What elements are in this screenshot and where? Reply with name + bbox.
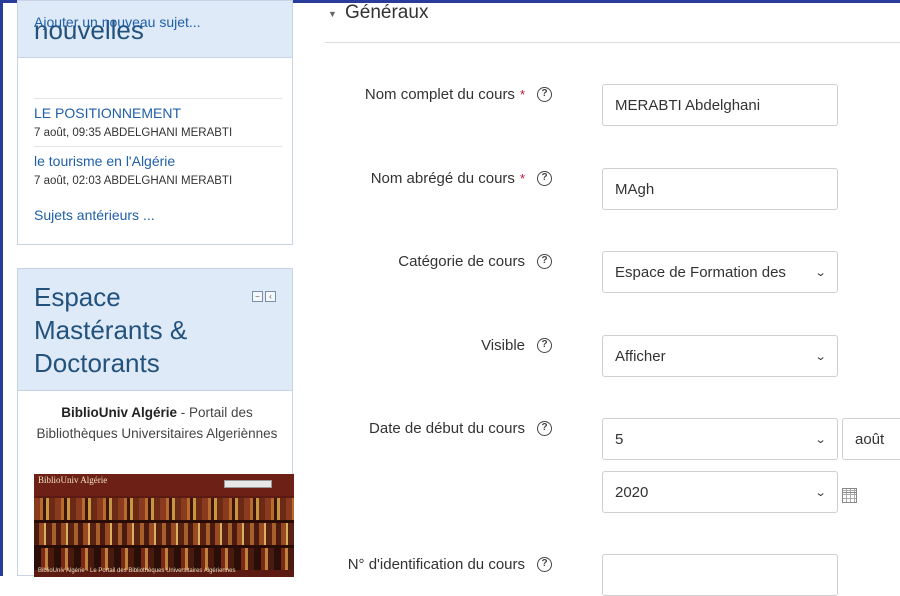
visible-select-value: Afficher bbox=[615, 347, 666, 365]
help-icon[interactable]: ? bbox=[537, 338, 552, 353]
news-post: LE POSITIONNEMENT 7 août, 09:35 ABDELGHA… bbox=[34, 98, 282, 140]
banner-top-bar: BiblioUniv Algérie bbox=[34, 474, 294, 496]
startdate-label-text: Date de début du cours bbox=[369, 420, 525, 437]
help-icon[interactable]: ? bbox=[537, 87, 552, 102]
category-label: Catégorie de cours? bbox=[398, 253, 552, 270]
banner-logo: BiblioUniv Algérie bbox=[38, 475, 108, 485]
chevron-down-icon: ⌄ bbox=[814, 350, 827, 363]
bookshelf-row bbox=[34, 548, 294, 570]
news-post-meta: 7 août, 09:35 ABDELGHANI MERABTI bbox=[34, 127, 233, 139]
shortname-label-text: Nom abrégé du cours bbox=[370, 170, 515, 187]
visible-label-text: Visible bbox=[481, 337, 525, 354]
espace-block-title: Espace Mastérants & Doctorants bbox=[34, 282, 188, 378]
shortname-input[interactable]: MAgh bbox=[602, 168, 838, 210]
window-frame-left bbox=[0, 0, 3, 576]
block-controls: − ‹ bbox=[252, 291, 276, 302]
biblio-name: BiblioUniv Algérie bbox=[61, 405, 177, 420]
category-label-text: Catégorie de cours bbox=[398, 253, 525, 270]
idnumber-label-text: N° d'identification du cours bbox=[347, 556, 525, 573]
startdate-year-select[interactable]: 2020 ⌄ bbox=[602, 471, 838, 513]
espace-block-header: Espace Mastérants & Doctorants − ‹ bbox=[18, 269, 292, 391]
visible-label: Visible? bbox=[481, 337, 552, 354]
help-icon[interactable]: ? bbox=[537, 171, 552, 186]
required-icon: * bbox=[519, 171, 525, 186]
bookshelf-row bbox=[34, 523, 294, 545]
help-icon[interactable]: ? bbox=[537, 557, 552, 572]
add-topic-link[interactable]: Ajouter un nouveau sujet... bbox=[34, 14, 201, 30]
chevron-down-icon: ⌄ bbox=[814, 433, 827, 446]
help-icon[interactable]: ? bbox=[537, 421, 552, 436]
minimize-icon[interactable]: − bbox=[252, 291, 263, 302]
fullname-label-text: Nom complet du cours bbox=[364, 86, 515, 103]
news-post-meta: 7 août, 02:03 ABDELGHANI MERABTI bbox=[34, 175, 233, 187]
banner-caption: BiblioUniv Algérie - Le Portail des Bibl… bbox=[38, 568, 236, 574]
shortname-label: Nom abrégé du cours *? bbox=[371, 170, 552, 187]
startdate-label: Date de début du cours? bbox=[369, 420, 552, 437]
category-select[interactable]: Espace de Formation des ⌄ bbox=[602, 251, 838, 293]
category-select-value: Espace de Formation des bbox=[615, 263, 786, 281]
idnumber-label: N° d'identification du cours? bbox=[348, 556, 552, 573]
biblio-description: BiblioUniv Algérie - Portail des Bibliot… bbox=[34, 402, 280, 444]
startdate-month-select[interactable]: août bbox=[842, 418, 900, 460]
visible-select[interactable]: Afficher ⌄ bbox=[602, 335, 838, 377]
news-post-title[interactable]: le tourisme en l'Algérie bbox=[34, 153, 282, 170]
news-post-title[interactable]: LE POSITIONNEMENT bbox=[34, 105, 282, 122]
chevron-down-icon: ⌄ bbox=[814, 266, 827, 279]
news-block: nouvelles Ajouter un nouveau sujet... LE… bbox=[17, 0, 293, 245]
espace-block: Espace Mastérants & Doctorants − ‹ Bibli… bbox=[17, 268, 294, 577]
news-post: le tourisme en l'Algérie 7 août, 02:03 A… bbox=[34, 146, 282, 188]
startdate-year-value: 2020 bbox=[615, 483, 649, 501]
biblio-banner-image[interactable]: BiblioUniv Algérie BiblioUniv Algérie - … bbox=[34, 474, 294, 577]
collapse-caret-icon[interactable]: ▼ bbox=[328, 9, 337, 19]
required-icon: * bbox=[519, 87, 525, 102]
help-icon[interactable]: ? bbox=[537, 254, 552, 269]
idnumber-input[interactable] bbox=[602, 554, 838, 596]
section-title: Généraux bbox=[345, 2, 429, 23]
fullname-label: Nom complet du cours *? bbox=[365, 86, 552, 103]
banner-search-box bbox=[224, 480, 272, 488]
dock-icon[interactable]: ‹ bbox=[265, 291, 276, 302]
fullname-input[interactable]: MERABTI Abdelghani bbox=[602, 84, 838, 126]
startdate-day-value: 5 bbox=[615, 430, 624, 448]
section-header-generaux[interactable]: ▼ Généraux bbox=[325, 0, 900, 43]
bookshelf-row bbox=[34, 498, 294, 520]
older-topics-link[interactable]: Sujets antérieurs ... bbox=[34, 207, 155, 223]
chevron-down-icon: ⌄ bbox=[814, 486, 827, 499]
calendar-icon[interactable] bbox=[842, 488, 857, 503]
startdate-day-select[interactable]: 5 ⌄ bbox=[602, 418, 838, 460]
